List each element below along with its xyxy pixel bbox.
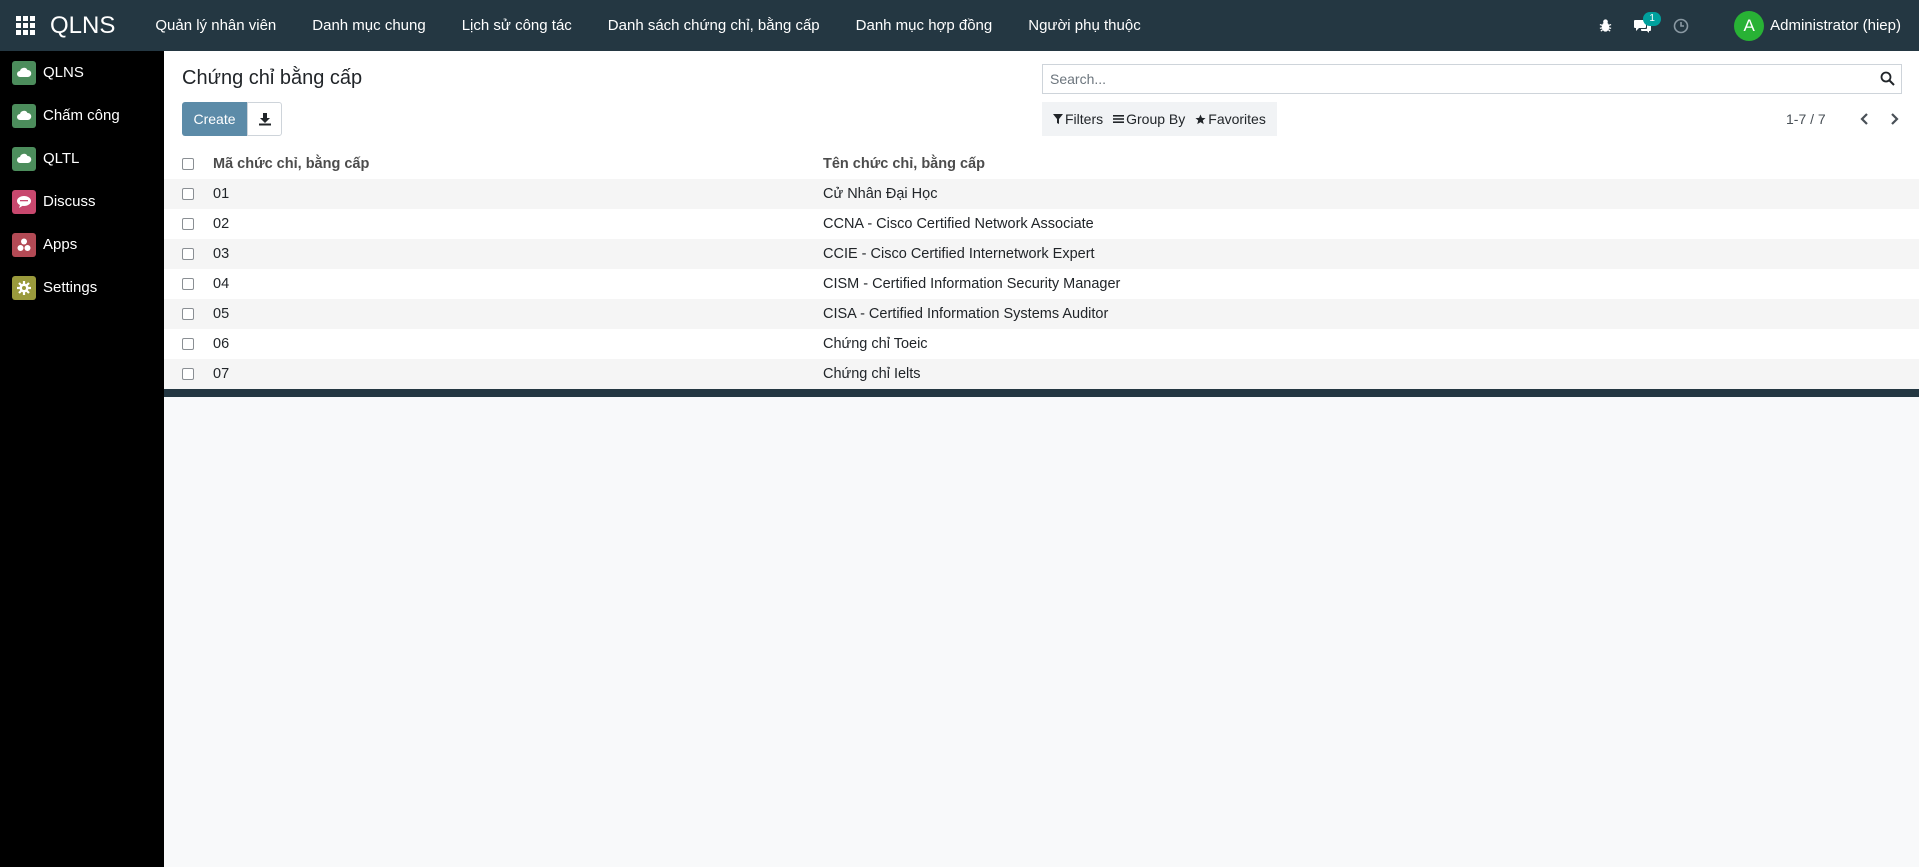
sidebar-item-label: Apps <box>43 236 78 253</box>
row-checkbox[interactable] <box>182 188 194 200</box>
app-brand[interactable]: QLNS <box>50 12 115 40</box>
list-view: Mã chức chỉ, bằng cấp Tên chức chỉ, bằng… <box>164 149 1919 397</box>
sidebar-item-cham-cong[interactable]: Chấm công <box>0 94 164 137</box>
chevron-right-icon <box>1891 113 1899 125</box>
menu-item-certificates[interactable]: Danh sách chứng chỉ, bằng cấp <box>590 0 838 51</box>
table-row[interactable]: 01 Cử Nhân Đại Học <box>164 179 1919 209</box>
select-all-checkbox[interactable] <box>182 158 194 170</box>
column-header-code[interactable]: Mã chức chỉ, bằng cấp <box>213 156 369 172</box>
favorites-button[interactable]: Favorites <box>1190 111 1271 127</box>
list-icon <box>1113 115 1125 123</box>
menu-item-categories[interactable]: Danh mục chung <box>294 0 443 51</box>
row-name: CISA - Certified Information Systems Aud… <box>823 306 1109 322</box>
table-row[interactable]: 05 CISA - Certified Information Systems … <box>164 299 1919 329</box>
cloud-icon <box>12 60 36 85</box>
filters-label: Filters <box>1065 111 1104 127</box>
sidebar-item-qlns[interactable]: QLNS <box>0 51 164 94</box>
table-row[interactable]: 07 Chứng chỉ Ielts <box>164 359 1919 389</box>
menu-item-contracts[interactable]: Danh mục hợp đồng <box>838 0 1011 51</box>
sidebar-item-label: QLNS <box>43 64 84 81</box>
filter-icon <box>1053 114 1063 124</box>
row-checkbox[interactable] <box>182 368 194 380</box>
row-checkbox[interactable] <box>182 338 194 350</box>
search-options: Filters Group By Favorites <box>1042 102 1277 136</box>
chat-icon <box>12 189 36 214</box>
search-input[interactable] <box>1043 65 1877 93</box>
search-icon[interactable] <box>1880 71 1895 86</box>
messages-badge: 1 <box>1643 11 1662 26</box>
user-menu[interactable]: A Administrator (hiep) <box>1734 10 1901 41</box>
top-navbar: QLNS Quản lý nhân viên Danh mục chung Lị… <box>0 0 1919 51</box>
row-code: 01 <box>213 186 230 202</box>
group-by-label: Group By <box>1126 111 1186 127</box>
filters-button[interactable]: Filters <box>1048 111 1108 127</box>
gear-icon <box>12 275 36 300</box>
cloud-icon <box>12 103 36 128</box>
column-header-name[interactable]: Tên chức chỉ, bằng cấp <box>823 156 985 172</box>
row-name: Chứng chỉ Ielts <box>823 366 921 382</box>
table-row[interactable]: 04 CISM - Certified Information Security… <box>164 269 1919 299</box>
avatar: A <box>1734 10 1765 41</box>
row-code: 07 <box>213 366 230 382</box>
sidebar-item-qltl[interactable]: QLTL <box>0 137 164 180</box>
download-button[interactable] <box>247 102 282 136</box>
chevron-left-icon <box>1860 113 1868 125</box>
clock-icon[interactable] <box>1666 11 1696 41</box>
sidebar-item-label: Discuss <box>43 193 96 210</box>
table-row[interactable]: 02 CCNA - Cisco Certified Network Associ… <box>164 209 1919 239</box>
row-code: 05 <box>213 306 230 322</box>
user-name: Administrator (hiep) <box>1770 17 1901 34</box>
sidebar-item-label: QLTL <box>43 150 80 167</box>
table-row[interactable]: 03 CCIE - Cisco Certified Internetwork E… <box>164 239 1919 269</box>
navbar-systray: 1 A Administrator (hiep) <box>1586 0 1919 51</box>
favorites-label: Favorites <box>1208 111 1266 127</box>
row-code: 02 <box>213 216 230 232</box>
pager-previous-button[interactable] <box>1854 109 1874 129</box>
row-name: Cử Nhân Đại Học <box>823 186 938 202</box>
menu-item-employees[interactable]: Quản lý nhân viên <box>137 0 294 51</box>
star-icon <box>1195 113 1206 124</box>
row-name: CCNA - Cisco Certified Network Associate <box>823 216 1094 232</box>
pager-next-button[interactable] <box>1885 109 1905 129</box>
sidebar-item-label: Settings <box>43 279 98 296</box>
search-box <box>1042 64 1902 94</box>
apps-menu-icon[interactable] <box>0 0 50 51</box>
chat-icon[interactable]: 1 <box>1628 11 1662 41</box>
top-menu: Quản lý nhân viên Danh mục chung Lịch sử… <box>137 0 1158 51</box>
menu-item-dependents[interactable]: Người phụ thuộc <box>1010 0 1158 51</box>
cloud-icon <box>12 146 36 171</box>
pager-value[interactable]: 1-7 / 7 <box>1786 111 1826 127</box>
list-header: Mã chức chỉ, bằng cấp Tên chức chỉ, bằng… <box>164 149 1919 179</box>
row-name: Chứng chỉ Toeic <box>823 336 928 352</box>
control-panel: Chứng chỉ bằng cấp Create Filters Group … <box>164 51 1919 150</box>
row-checkbox[interactable] <box>182 308 194 320</box>
sidebar: QLNS Chấm công QLTL Discuss Apps Setting… <box>0 51 164 867</box>
table-row[interactable]: 06 Chứng chỉ Toeic <box>164 329 1919 359</box>
row-code: 06 <box>213 336 230 352</box>
menu-item-work-history[interactable]: Lịch sử công tác <box>444 0 590 51</box>
sidebar-item-discuss[interactable]: Discuss <box>0 180 164 223</box>
bug-icon[interactable] <box>1590 11 1620 41</box>
create-button[interactable]: Create <box>182 102 247 136</box>
row-code: 03 <box>213 246 230 262</box>
row-checkbox[interactable] <box>182 248 194 260</box>
page-title: Chứng chỉ bằng cấp <box>182 67 363 89</box>
sidebar-item-apps[interactable]: Apps <box>0 223 164 266</box>
sidebar-item-label: Chấm công <box>43 107 120 124</box>
row-code: 04 <box>213 276 230 292</box>
row-name: CISM - Certified Information Security Ma… <box>823 276 1121 292</box>
row-checkbox[interactable] <box>182 218 194 230</box>
download-icon <box>258 113 271 126</box>
sidebar-item-settings[interactable]: Settings <box>0 266 164 309</box>
apps-icon <box>12 232 36 257</box>
group-by-button[interactable]: Group By <box>1108 111 1190 127</box>
row-name: CCIE - Cisco Certified Internetwork Expe… <box>823 246 1095 262</box>
list-footer-bar <box>164 389 1919 397</box>
row-checkbox[interactable] <box>182 278 194 290</box>
